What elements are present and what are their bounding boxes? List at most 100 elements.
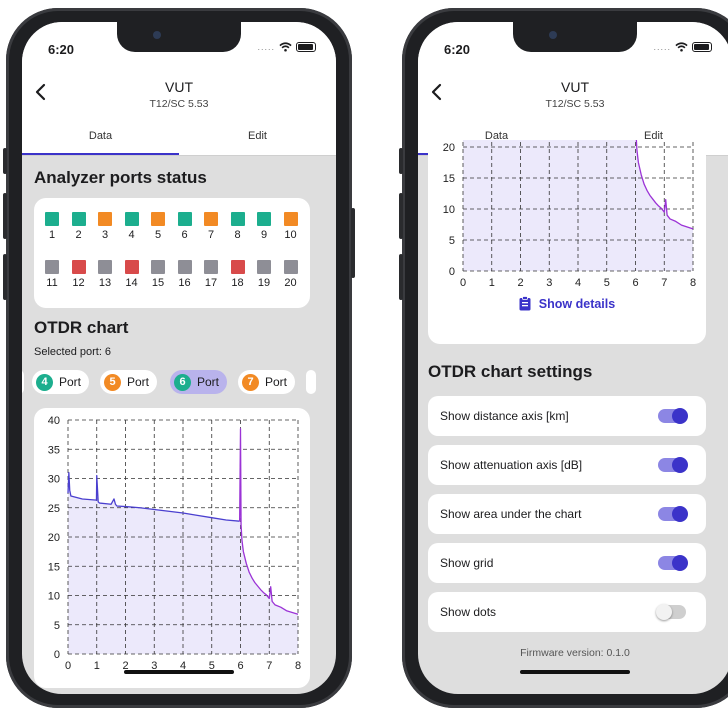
port-chip-6[interactable]: 6 Port	[170, 370, 228, 394]
port-11[interactable]: 11	[42, 260, 62, 289]
port-status-indicator	[151, 260, 165, 274]
port-chip-row[interactable]: 4 Port 5 Port 6 Port 7 Port	[22, 370, 336, 396]
port-status-indicator	[230, 212, 245, 226]
port-number: 4	[128, 229, 135, 241]
port-chip-partial-left[interactable]	[22, 370, 24, 394]
home-indicator	[520, 670, 630, 674]
battery-icon	[296, 42, 316, 52]
port-status-indicator	[204, 212, 218, 226]
port-13[interactable]: 13	[95, 260, 115, 289]
port-number: 1	[48, 229, 56, 241]
phone-frame-left: 6:20 ..... VUT T12/SC 5.53 Data Edit Ana…	[3, 8, 355, 708]
setting-area-under-chart[interactable]: Show area under the chart	[428, 494, 706, 534]
x-tick-label: 6	[237, 660, 243, 672]
y-tick-label: 20	[443, 142, 455, 154]
port-status-indicator	[124, 260, 139, 274]
toggle-knob	[656, 604, 672, 620]
port-status-indicator	[257, 212, 271, 226]
app-screen-data: 6:20 ..... VUT T12/SC 5.53 Data Edit Ana…	[22, 22, 336, 694]
tab-data[interactable]: Data	[22, 118, 179, 156]
setting-dots[interactable]: Show dots	[428, 592, 706, 632]
port-8[interactable]: 8	[228, 212, 248, 241]
y-tick-label: 40	[48, 415, 60, 427]
port-20[interactable]: 20	[281, 260, 301, 289]
port-number: 3	[101, 229, 109, 241]
tab-edit[interactable]: Edit	[179, 118, 336, 156]
port-status-indicator	[283, 260, 298, 274]
port-chip-5[interactable]: 5 Port	[100, 370, 158, 394]
port-4[interactable]: 4	[122, 212, 142, 241]
port-10[interactable]: 10	[281, 212, 301, 241]
port-19[interactable]: 19	[254, 260, 274, 289]
port-14[interactable]: 14	[122, 260, 142, 289]
port-12[interactable]: 12	[69, 260, 89, 289]
setting-grid[interactable]: Show grid	[428, 543, 706, 583]
port-status-indicator	[204, 260, 218, 274]
volume-up-button	[399, 193, 403, 239]
port-status-indicator	[283, 212, 298, 226]
y-tick-label: 10	[48, 591, 60, 603]
y-tick-label: 0	[449, 266, 455, 278]
attenuation-axis-toggle[interactable]	[658, 457, 688, 473]
port-number: 18	[231, 277, 244, 289]
status-icons: .....	[653, 42, 712, 52]
port-number: 2	[75, 229, 82, 241]
otdr-chart: 0 1 2 3 4 5 6 7 80510152025303540	[48, 415, 301, 672]
settings-content: 0 1 2 3 4 5 6 7 8 0 5 10 15 20 Show details OTDR char…	[418, 140, 728, 694]
otdr-chart: 0 1 2 3 4 5 6 7 8 0 5 10 15 20	[443, 140, 696, 289]
x-tick-label: 0	[65, 660, 71, 672]
port-chip-4[interactable]: 4 Port	[32, 370, 90, 394]
otdr-chart-title: OTDR chart	[34, 318, 129, 337]
port-1[interactable]: 1	[42, 212, 62, 241]
x-tick-label: 8	[690, 277, 696, 289]
phone-frame-right: 6:20 ..... VUT T12/SC 5.53 Data Edit 012…	[399, 8, 728, 708]
x-tick-label: 8	[295, 660, 301, 672]
setting-distance-axis[interactable]: Show distance axis [km]	[428, 396, 706, 436]
port-chip-label: Port	[265, 375, 288, 389]
clipboard-icon	[519, 296, 531, 311]
setting-label: Show distance axis [km]	[440, 409, 569, 423]
distance-axis-toggle[interactable]	[658, 408, 688, 424]
otdr-chart-card: 0 1 2 3 4 5 6 7 8 0 5 10 15 20 25 30 35 40	[34, 408, 310, 688]
port-chip-partial-right[interactable]	[306, 370, 316, 394]
port-chip-7[interactable]: 7 Port	[238, 370, 296, 394]
grid-toggle[interactable]	[658, 555, 688, 571]
port-number: 9	[260, 229, 268, 241]
port-16[interactable]: 16	[175, 260, 195, 289]
port-number: 12	[72, 277, 85, 289]
port-17[interactable]: 17	[201, 260, 221, 289]
port-number: 16	[178, 277, 191, 289]
port-status-indicator	[71, 212, 86, 226]
port-status-indicator	[177, 260, 192, 274]
status-icons: .....	[257, 42, 316, 52]
port-chip-number: 6	[174, 373, 191, 391]
port-2[interactable]: 2	[69, 212, 89, 241]
page-title: VUT	[165, 79, 193, 95]
port-chip-number: 5	[104, 373, 121, 391]
x-tick-label: 3	[546, 277, 552, 289]
setting-label: Show dots	[440, 605, 497, 619]
port-15[interactable]: 15	[148, 260, 168, 289]
mute-switch	[399, 148, 403, 174]
port-5[interactable]: 5	[148, 212, 168, 241]
port-6[interactable]: 6	[175, 212, 195, 241]
area-under-chart-toggle[interactable]	[658, 506, 688, 522]
port-number: 13	[98, 277, 112, 289]
port-7[interactable]: 7	[201, 212, 221, 241]
setting-attenuation-axis[interactable]: Show attenuation axis [dB]	[428, 445, 706, 485]
dots-toggle[interactable]	[656, 604, 686, 620]
app-screen-settings: 6:20 ..... VUT T12/SC 5.53 Data Edit 012…	[418, 22, 728, 694]
port-status-indicator	[151, 212, 165, 226]
show-details-button[interactable]: Show details	[428, 296, 706, 311]
x-tick-label: 7	[266, 660, 272, 672]
notch	[513, 22, 637, 52]
signal-icon: .....	[257, 42, 275, 52]
port-status-indicator	[230, 260, 245, 274]
port-3[interactable]: 3	[95, 212, 115, 241]
toggle-knob	[672, 555, 688, 571]
port-9[interactable]: 9	[254, 212, 274, 241]
port-18[interactable]: 18	[228, 260, 248, 289]
camera-icon	[549, 31, 557, 39]
ports-section-title: Analyzer ports status	[34, 168, 207, 187]
port-number: 5	[154, 229, 162, 241]
